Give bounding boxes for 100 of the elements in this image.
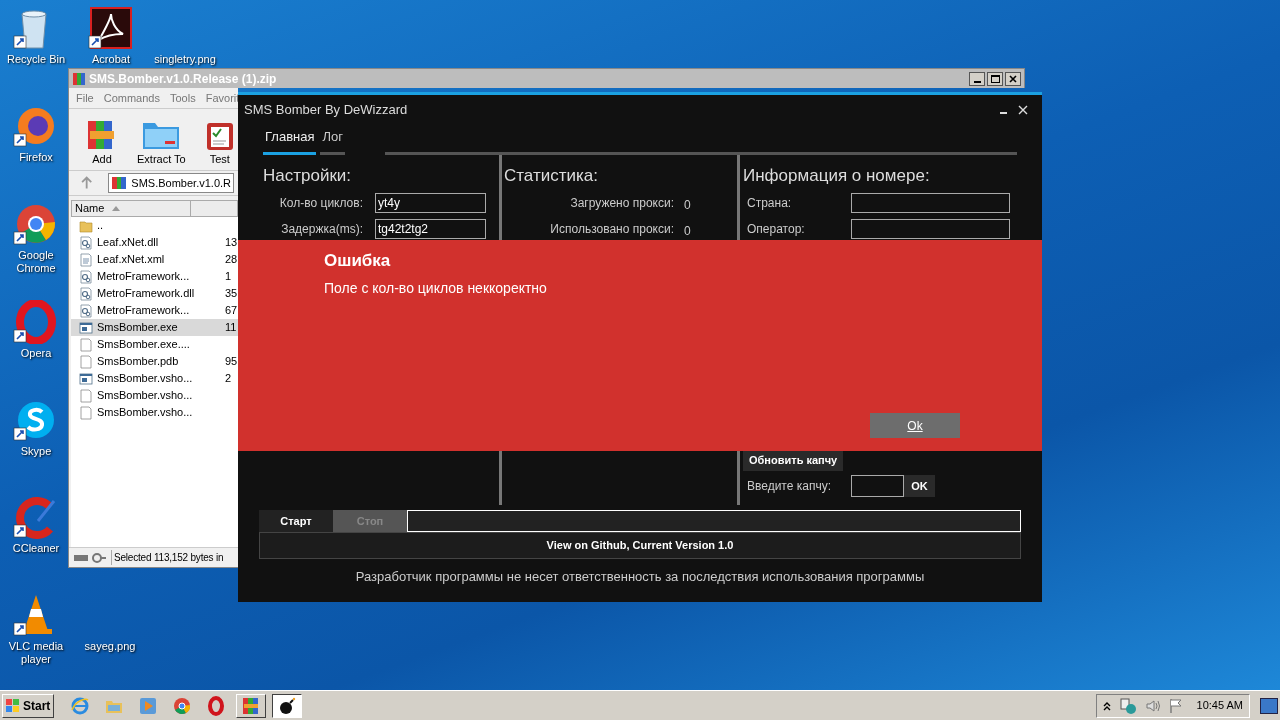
toolbar-button[interactable]: Extract To <box>133 118 190 167</box>
gear-file-icon <box>79 269 93 284</box>
file-name: Leaf.xNet.xml <box>97 252 166 268</box>
browser-e-icon <box>70 695 90 716</box>
file-size: 35 <box>225 286 238 302</box>
file-row[interactable]: SmsBomber.pdb 95 <box>71 353 238 370</box>
input-field[interactable]: tg42t2tg2 <box>375 218 486 239</box>
address-field[interactable]: SMS.Bomber.v1.0.R <box>108 173 234 193</box>
file-row[interactable]: Leaf.xNet.xml 28 <box>71 251 238 268</box>
column-header[interactable]: Name <box>71 200 191 217</box>
menu-item[interactable]: File <box>76 89 94 107</box>
desktop-icon-label[interactable]: VLC media player <box>0 640 72 666</box>
books-icon <box>111 176 128 190</box>
section-heading: Информация о номере: <box>743 165 931 187</box>
bomb-icon <box>277 695 297 716</box>
speaker-icon[interactable] <box>1144 697 1161 714</box>
file-row[interactable]: Leaf.xNet.dll 13 <box>71 234 238 251</box>
file-name: SmsBomber.exe.... <box>97 337 191 353</box>
file-row[interactable]: SmsBomber.exe 11 <box>71 319 238 336</box>
ok-button[interactable]: Ok <box>870 413 960 438</box>
books-icon <box>241 695 261 716</box>
ok-button[interactable]: OK <box>904 475 935 497</box>
minimize-button[interactable] <box>969 71 985 86</box>
gear-file-icon <box>79 286 93 301</box>
window-title: SMS Bomber By DeWizzard <box>244 101 408 120</box>
file-row[interactable]: MetroFramework... 1 <box>71 268 238 285</box>
file-row[interactable]: SmsBomber.vsho... <box>71 387 238 404</box>
file-size: 28 <box>225 252 238 268</box>
field-label: Введите капчу: <box>746 478 832 495</box>
taskbar-button[interactable] <box>272 693 302 718</box>
desktop-icon-label[interactable]: Recycle Bin <box>6 53 66 66</box>
github-link[interactable]: View on Github, Current Version 1.0 <box>259 532 1021 559</box>
acrobat-icon <box>87 6 135 50</box>
network-icon[interactable] <box>1118 696 1137 715</box>
file-name: SmsBomber.exe <box>97 320 179 336</box>
dialog-title: Ошибка <box>324 250 392 272</box>
gear-file-icon <box>79 303 93 318</box>
file-name: MetroFramework... <box>97 269 191 285</box>
document-icon <box>79 252 93 267</box>
file-row[interactable]: SmsBomber.exe.... <box>71 336 238 353</box>
refresh-captcha-button[interactable]: Обновить капчу <box>743 449 844 471</box>
desktop-icon-label[interactable]: Firefox <box>19 151 53 164</box>
file-size: 11 <box>225 320 237 336</box>
stat-value: 0 <box>684 196 691 214</box>
menu-item[interactable]: Favorit <box>205 89 240 107</box>
blank-file-icon <box>79 405 93 420</box>
chevron-up-icon[interactable] <box>1102 700 1111 711</box>
tab[interactable]: Главная <box>263 126 317 155</box>
desktop-icon-label[interactable]: Opera <box>20 347 52 360</box>
desktop-icon-label[interactable]: Acrobat <box>92 53 130 66</box>
captcha-field[interactable] <box>851 475 904 497</box>
file-row[interactable]: .. <box>71 217 238 234</box>
file-name: SmsBomber.vsho... <box>97 388 194 404</box>
field-label: Задержка(ms): <box>280 220 364 238</box>
toolbar-button[interactable]: Test <box>199 118 240 167</box>
desktop-icon-label[interactable]: sayeg.png <box>84 640 136 653</box>
file-row[interactable]: MetroFramework... 67 <box>71 302 238 319</box>
section-heading: Настройки: <box>263 165 353 187</box>
program-icon <box>79 320 93 335</box>
stat-value: 0 <box>684 222 691 240</box>
play-icon <box>138 695 158 716</box>
file-size: 95 <box>225 354 238 370</box>
close-button[interactable] <box>1005 71 1021 86</box>
opera-icon <box>206 695 226 716</box>
field-label: Страна: <box>746 194 793 212</box>
status-text: Selected 113,152 bytes in <box>111 550 224 565</box>
desktop-icon-label[interactable]: Google Chrome <box>0 249 72 275</box>
desktop-icon-label[interactable]: singletry.png <box>154 53 216 66</box>
file-row[interactable]: MetroFramework.dll 35 <box>71 285 238 302</box>
stat-label: Загружено прокси: <box>569 194 675 212</box>
tab[interactable]: Лог <box>320 126 345 155</box>
start-button[interactable]: Start <box>2 693 54 718</box>
dialog-message: Поле с кол-во циклов неккоректно <box>324 278 548 298</box>
maximize-button[interactable] <box>987 71 1003 86</box>
input-field[interactable] <box>851 218 1010 239</box>
start-button[interactable]: Старт <box>259 510 333 532</box>
file-name: MetroFramework... <box>97 303 191 319</box>
stat-label: Использовано прокси: <box>549 220 675 238</box>
input-field[interactable] <box>851 192 1010 213</box>
file-name: Leaf.xNet.dll <box>97 235 160 251</box>
file-size: 67 <box>225 303 238 319</box>
sort-arrow-icon <box>112 206 121 211</box>
menu-item[interactable]: Commands <box>103 89 160 107</box>
toolbar-button[interactable]: Add <box>81 118 123 167</box>
drive-icon <box>73 551 107 564</box>
file-row[interactable]: SmsBomber.vsho... <box>71 404 238 421</box>
flag-icon[interactable] <box>1168 697 1183 714</box>
gear-file-icon <box>79 235 93 250</box>
close-icon[interactable] <box>1018 105 1028 115</box>
program-icon <box>79 371 93 386</box>
show-desktop-button[interactable] <box>1260 697 1278 714</box>
folder-icon <box>79 218 93 233</box>
file-name: SmsBomber.vsho... <box>97 371 194 387</box>
desktop-icon-label[interactable]: Skype <box>20 445 52 458</box>
file-name: SmsBomber.vsho... <box>97 405 194 421</box>
input-field[interactable]: yt4y <box>375 192 486 213</box>
menu-item[interactable]: Tools <box>170 89 196 107</box>
file-size: 1 <box>225 269 232 285</box>
desktop-icon-label[interactable]: CCleaner <box>12 542 60 555</box>
file-row[interactable]: SmsBomber.vsho... 2 <box>71 370 238 387</box>
